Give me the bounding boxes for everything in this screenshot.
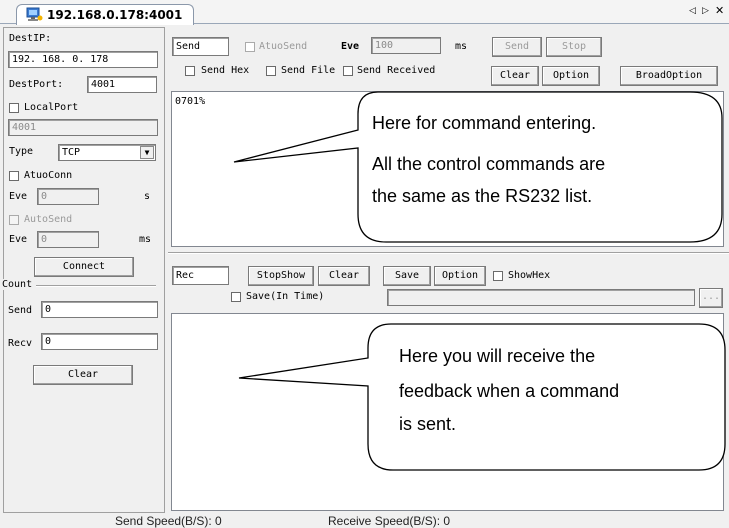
send-file-label: Send File xyxy=(281,65,336,76)
destip-label: DestIP: xyxy=(9,33,52,44)
clear-recv-button[interactable]: Clear xyxy=(318,266,370,286)
receive-speed-status: Receive Speed(B/S): 0 xyxy=(328,514,451,528)
browse-button[interactable]: ... xyxy=(699,288,723,308)
count-label: Count xyxy=(2,279,33,290)
callout-top-line3: the same as the RS232 list. xyxy=(372,186,593,206)
eve2-input[interactable]: 0 xyxy=(37,231,99,248)
send-eve-label: Eve xyxy=(341,41,360,52)
localport-input[interactable]: 4001 xyxy=(8,119,158,136)
auto-send-label: AtuoSend xyxy=(259,41,308,52)
send-received-label: Send Received xyxy=(357,65,436,76)
stop-show-button[interactable]: StopShow xyxy=(248,266,314,286)
send-mode-label: Send xyxy=(172,37,229,56)
autosend-label: AutoSend xyxy=(24,214,73,225)
callout-top-line2: All the control commands are xyxy=(372,154,606,174)
send-button[interactable]: Send xyxy=(492,37,542,57)
callout-bottom-line2: feedback when a command xyxy=(399,381,620,401)
send-text: 0701% xyxy=(175,96,206,107)
destport-input[interactable]: 4001 xyxy=(87,76,157,93)
save-button[interactable]: Save xyxy=(383,266,431,286)
eve2-label: Eve xyxy=(9,234,28,245)
eve1-unit: s xyxy=(144,191,151,202)
network-computer-icon xyxy=(25,7,43,22)
close-icon[interactable]: ✕ xyxy=(715,4,724,17)
show-hex-checkbox[interactable] xyxy=(493,271,503,281)
splitter[interactable] xyxy=(168,252,729,254)
save-in-time-label: Save(In Time) xyxy=(246,291,325,302)
tab-title: 192.168.0.178:4001 xyxy=(47,8,183,22)
tab-active[interactable]: 192.168.0.178:4001 xyxy=(16,4,194,25)
count-divider xyxy=(36,285,156,287)
send-eve-unit: ms xyxy=(455,41,468,52)
send-received-checkbox[interactable] xyxy=(343,66,353,76)
send-file-checkbox[interactable] xyxy=(266,66,276,76)
eve1-input[interactable]: 0 xyxy=(37,188,99,205)
send-count-field: 0 xyxy=(41,301,158,318)
autosend-checkbox[interactable] xyxy=(9,215,19,225)
type-label: Type xyxy=(9,146,34,157)
destip-input[interactable]: 192. 168. 0. 178 xyxy=(8,51,158,68)
rec-mode-label: Rec xyxy=(172,266,229,285)
broad-option-button[interactable]: BroadOption xyxy=(620,66,718,86)
send-speed-status: Send Speed(B/S): 0 xyxy=(115,514,222,528)
send-count-label: Send xyxy=(8,305,33,316)
connect-button[interactable]: Connect xyxy=(34,257,134,277)
callout-top-line1: Here for command entering. xyxy=(372,113,597,133)
chevron-down-icon[interactable]: ▼ xyxy=(140,146,154,159)
option-send-button[interactable]: Option xyxy=(542,66,600,86)
callout-bottom-line1: Here you will receive the xyxy=(399,346,596,366)
send-hex-checkbox[interactable] xyxy=(185,66,195,76)
clear-send-button[interactable]: Clear xyxy=(491,66,539,86)
clear-count-button[interactable]: Clear xyxy=(33,365,133,385)
type-select-value: TCP xyxy=(62,147,81,158)
send-hex-label: Send Hex xyxy=(201,65,250,76)
auto-send-checkbox[interactable] xyxy=(245,42,255,52)
save-path-input[interactable] xyxy=(387,289,695,306)
show-hex-label: ShowHex xyxy=(508,270,551,281)
callout-bottom-line3: is sent. xyxy=(399,414,457,434)
recv-count-field: 0 xyxy=(41,333,158,350)
eve1-label: Eve xyxy=(9,191,28,202)
stop-button[interactable]: Stop xyxy=(546,37,602,57)
eve2-unit: ms xyxy=(139,234,152,245)
option-recv-button[interactable]: Option xyxy=(434,266,486,286)
tab-next-icon[interactable]: ▷ xyxy=(702,6,709,16)
localport-label: LocalPort xyxy=(24,102,79,113)
destport-label: DestPort: xyxy=(9,79,64,90)
save-in-time-checkbox[interactable] xyxy=(231,292,241,302)
send-eve-input[interactable]: 100 xyxy=(371,37,441,54)
autoconn-checkbox[interactable] xyxy=(9,171,19,181)
autoconn-label: AtuoConn xyxy=(24,170,73,181)
type-select[interactable]: TCP ▼ xyxy=(58,144,156,161)
recv-count-label: Recv xyxy=(8,338,33,349)
tab-prev-icon[interactable]: ◁ xyxy=(689,6,696,16)
localport-checkbox[interactable] xyxy=(9,103,19,113)
